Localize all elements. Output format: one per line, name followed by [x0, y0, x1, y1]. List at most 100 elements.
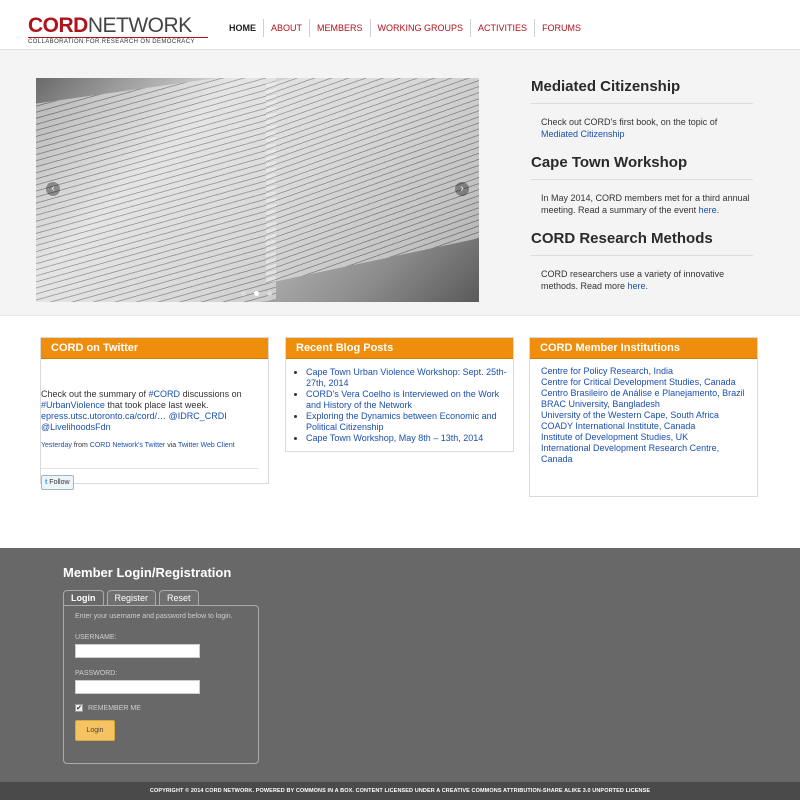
site-header: CORDNETWORK COLLABORATION FOR RESEARCH O…	[0, 0, 800, 50]
password-input[interactable]	[75, 680, 200, 694]
tweet-mention[interactable]: @LivelihoodsFdn	[41, 422, 111, 432]
tweet-meta: Yesterday from CORD Network's Twitter vi…	[41, 440, 268, 451]
list-item: Centre for Critical Development Studies,…	[541, 377, 747, 388]
site-footer: COPYRIGHT © 2014 CORD NETWORK. POWERED B…	[0, 782, 800, 800]
list-item: University of the Western Cape, South Af…	[541, 410, 747, 421]
tweet-url[interactable]: epress.utsc.utoronto.ca/cord/…	[41, 411, 166, 421]
list-item: Institute of Development Studies, UK	[541, 432, 747, 443]
institution-link[interactable]: Centro Brasileiro de Análise e Planejame…	[541, 388, 745, 398]
institution-link[interactable]: Centre for Critical Development Studies,…	[541, 377, 736, 387]
list-item: Centro Brasileiro de Análise e Planejame…	[541, 388, 747, 399]
blog-widget-title: Recent Blog Posts	[286, 338, 513, 359]
feature-title: Mediated Citizenship	[531, 78, 753, 104]
twitter-widget: CORD on Twitter Check out the summary of…	[40, 337, 269, 490]
institution-link[interactable]: International Development Research Centr…	[541, 443, 719, 464]
main-nav: HOME ABOUT MEMBERS WORKING GROUPS ACTIVI…	[222, 19, 588, 37]
institution-link[interactable]: Centre for Policy Research, India	[541, 366, 673, 376]
remember-me-checkbox[interactable]: ✔	[75, 704, 83, 712]
tab-reset[interactable]: Reset	[159, 590, 199, 605]
list-item: CORD's Vera Coelho is Interviewed on the…	[306, 389, 507, 411]
member-institutions-title: CORD Member Institutions	[530, 338, 757, 359]
slider-prev-arrow-icon[interactable]: ‹	[46, 182, 60, 196]
blog-post-list: Cape Town Urban Violence Workshop: Sept.…	[286, 359, 513, 444]
institution-link[interactable]: University of the Western Cape, South Af…	[541, 410, 719, 420]
institution-link[interactable]: Institute of Development Studies, UK	[541, 432, 688, 442]
follow-label: Follow	[49, 479, 70, 486]
tweet-text-part: Check out the summary of	[41, 389, 149, 399]
feature-title: CORD Research Methods	[531, 230, 753, 256]
nav-about[interactable]: ABOUT	[263, 19, 309, 37]
site-logo[interactable]: CORDNETWORK COLLABORATION FOR RESEARCH O…	[28, 14, 208, 45]
tweet-hashtag[interactable]: #CORD	[149, 389, 181, 399]
blog-post-link[interactable]: Exploring the Dynamics between Economic …	[306, 411, 497, 432]
tweet-hashtag[interactable]: #UrbanViolence	[41, 400, 105, 410]
list-item: COADY International Institute, Canada	[541, 421, 747, 432]
list-item: BRAC University, Bangladesh	[541, 399, 747, 410]
feature-link[interactable]: Mediated Citizenship	[541, 129, 625, 139]
feature-link[interactable]: here.	[628, 281, 649, 291]
slider-dot[interactable]	[267, 291, 272, 296]
logo-tagline: COLLABORATION FOR RESEARCH ON DEMOCRACY	[28, 37, 208, 45]
login-section: Member Login/Registration Login Register…	[0, 548, 800, 782]
institution-link[interactable]: COADY International Institute, Canada	[541, 421, 695, 431]
username-input[interactable]	[75, 644, 200, 658]
tab-login[interactable]: Login	[63, 590, 104, 605]
nav-activities[interactable]: ACTIVITIES	[470, 19, 534, 37]
list-item: Centre for Policy Research, India	[541, 366, 747, 377]
tab-register[interactable]: Register	[106, 590, 157, 605]
institution-link[interactable]: BRAC University, Bangladesh	[541, 399, 660, 409]
nav-members[interactable]: MEMBERS	[309, 19, 370, 37]
logo-network: NETWORK	[87, 14, 192, 37]
blog-post-link[interactable]: CORD's Vera Coelho is Interviewed on the…	[306, 389, 499, 410]
tweet-meta-text: from	[71, 442, 90, 449]
tweet-time[interactable]: Yesterday	[41, 442, 72, 449]
login-form: Enter your username and password below t…	[63, 605, 259, 764]
member-institutions-widget: CORD Member Institutions Centre for Poli…	[529, 337, 758, 497]
tweet-account[interactable]: CORD Network's Twitter	[90, 442, 166, 449]
username-label: USERNAME:	[75, 634, 117, 641]
twitter-bird-icon: t	[45, 479, 48, 486]
feature-text: Check out CORD's first book, on the topi…	[531, 116, 753, 140]
feature-text: CORD researchers use a variety of innova…	[531, 268, 753, 292]
tweet-text-part: discussions on	[180, 389, 242, 399]
tweet-meta-text: via	[165, 442, 178, 449]
list-item: Cape Town Workshop, May 8th – 13th, 2014	[306, 433, 507, 444]
tweet-text: Check out the summary of #CORD discussio…	[41, 389, 268, 433]
tweet: Check out the summary of #CORD discussio…	[41, 359, 268, 490]
image-slider[interactable]: ‹ ›	[36, 78, 479, 302]
tweet-divider	[41, 468, 258, 469]
hero-section: ‹ › Mediated Citizenship Check out CORD'…	[0, 50, 800, 316]
tweet-mention[interactable]: @IDRC_CRDI	[169, 411, 227, 421]
logo-cord: CORD	[28, 14, 88, 37]
list-item: International Development Research Centr…	[541, 443, 747, 465]
login-title: Member Login/Registration	[63, 565, 232, 580]
nav-home[interactable]: HOME	[222, 19, 263, 37]
feature-link[interactable]: here.	[699, 205, 720, 215]
tweet-client[interactable]: Twitter Web Client	[178, 442, 235, 449]
book-page-right	[266, 78, 479, 284]
remember-me-label: REMEMBER ME	[88, 704, 141, 712]
logo-wordmark: CORDNETWORK	[28, 14, 208, 37]
slider-dot[interactable]	[241, 291, 246, 296]
tweet-text-part: that took place last week.	[104, 400, 209, 410]
login-button[interactable]: Login	[75, 720, 115, 741]
feature-title: Cape Town Workshop	[531, 154, 753, 180]
slider-dot-active[interactable]	[254, 291, 259, 296]
slider-next-arrow-icon[interactable]: ›	[455, 182, 469, 196]
password-label: PASSWORD:	[75, 670, 118, 677]
blog-post-link[interactable]: Cape Town Urban Violence Workshop: Sept.…	[306, 367, 507, 388]
feature-list: Mediated Citizenship Check out CORD's fi…	[531, 78, 753, 306]
slider-dots	[241, 291, 272, 296]
nav-forums[interactable]: FORUMS	[534, 19, 588, 37]
login-tabs: Login Register Reset	[63, 590, 199, 605]
remember-me-row: ✔ REMEMBER ME	[75, 704, 247, 712]
login-intro: Enter your username and password below t…	[75, 613, 233, 620]
blog-post-link[interactable]: Cape Town Workshop, May 8th – 13th, 2014	[306, 433, 483, 443]
feature-text-body: Check out CORD's first book, on the topi…	[541, 117, 718, 127]
feature-text: In May 2014, CORD members met for a thir…	[531, 192, 753, 216]
member-institutions-list: Centre for Policy Research, India Centre…	[530, 359, 757, 465]
book-page-left	[36, 78, 276, 302]
twitter-widget-title: CORD on Twitter	[41, 338, 268, 359]
follow-button[interactable]: t Follow	[41, 475, 74, 490]
nav-working-groups[interactable]: WORKING GROUPS	[369, 19, 471, 37]
